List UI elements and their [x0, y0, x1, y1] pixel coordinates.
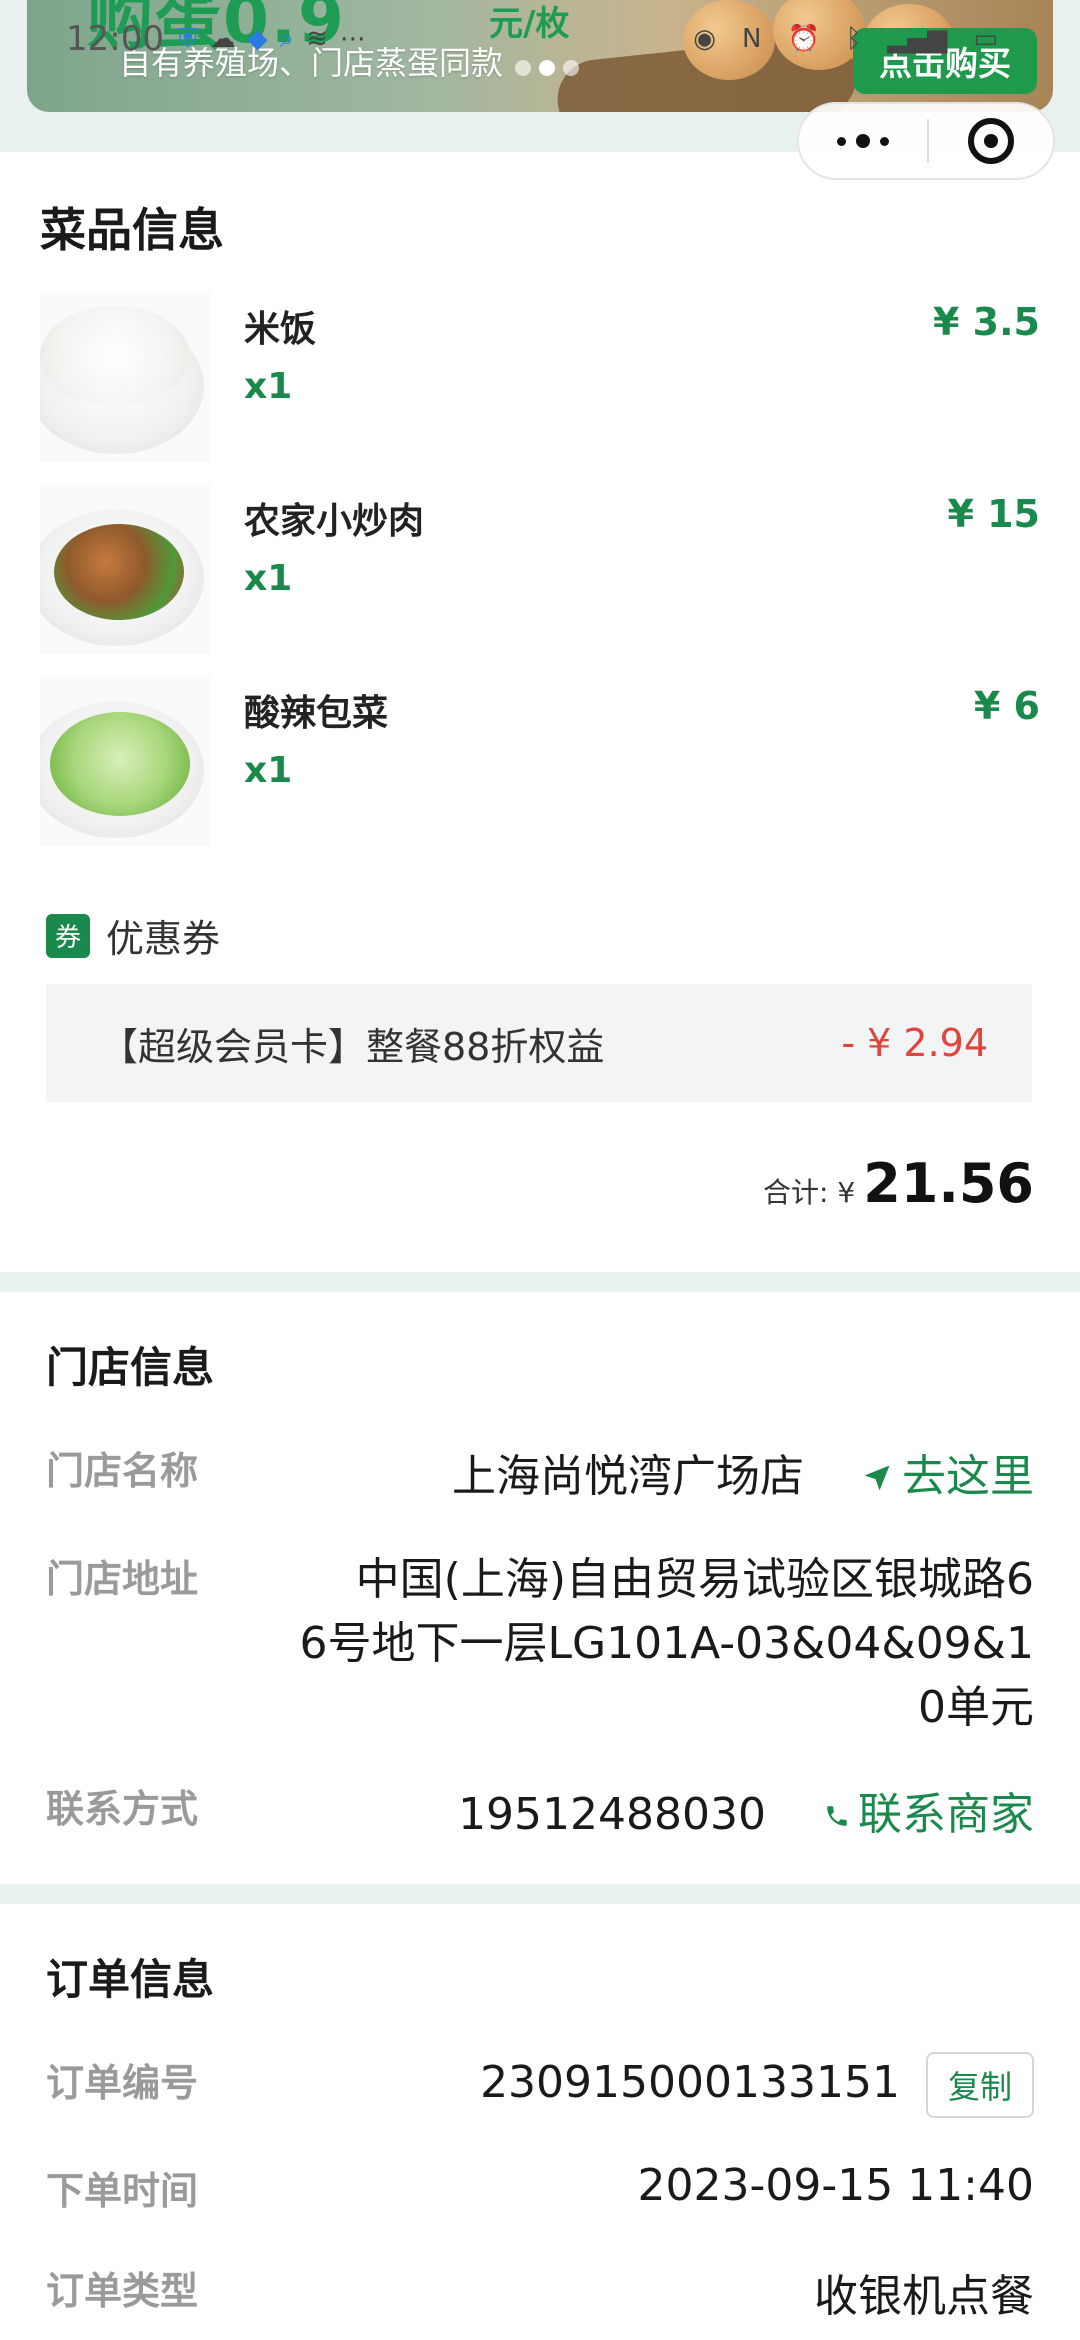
contact-merchant-label: 联系商家 — [858, 1789, 1034, 1840]
order-number-wrap: 230915000133151 复制 — [480, 2052, 1034, 2118]
coupon-header: 券 优惠券 — [46, 908, 220, 963]
order-type-row: 订单类型 收银机点餐 — [46, 2260, 1034, 2322]
dish-item[interactable]: 米饭 x1 ¥ 3.5 — [0, 292, 1080, 468]
navigate-arrow-icon — [864, 1465, 890, 1491]
signal-icon: ▂▄▆ — [887, 24, 948, 54]
dish-image-stir-fry-pork — [40, 484, 210, 654]
dish-item[interactable]: 酸辣包菜 x1 ¥ 6 — [0, 676, 1080, 852]
wifi-icon: ≋ — [306, 24, 328, 54]
store-address-label: 门店地址 — [46, 1557, 199, 1601]
store-card: 门店信息 门店名称 上海尚悦湾广场店 去这里 门店地址 中国(上海)自由贸易试验… — [0, 1292, 1080, 1884]
dish-name: 农家小炒肉 — [244, 501, 425, 542]
app-icon: ◆ — [247, 24, 268, 54]
dish-item[interactable]: 农家小炒肉 x1 ¥ 15 — [0, 484, 1080, 660]
alarm-icon: ⏰ — [787, 24, 820, 54]
store-section-title: 门店信息 — [46, 1343, 215, 1392]
dish-quantity: x1 — [244, 750, 293, 791]
order-time-value: 2023-09-15 11:40 — [637, 2160, 1035, 2211]
order-time-row: 下单时间 2023-09-15 11:40 — [46, 2160, 1034, 2220]
dish-quantity: x1 — [244, 366, 293, 407]
status-time: 12:00 — [66, 19, 164, 59]
coupon-icon: 券 — [46, 913, 90, 958]
store-name-label: 门店名称 — [46, 1449, 199, 1493]
order-total: 合计: ¥ 21.56 — [763, 1152, 1034, 1215]
eye-icon: ◉ — [693, 24, 716, 54]
navigate-link[interactable]: 去这里 — [862, 1451, 1034, 1502]
store-phone-number: 19512488030 — [458, 1789, 766, 1840]
order-number-value: 230915000133151 — [480, 2057, 900, 2108]
phone-icon — [827, 1806, 847, 1826]
address-line: 6号地下一层LG101A-03&04&09&1 — [299, 1618, 1035, 1669]
order-card: 订单信息 订单编号 230915000133151 复制 下单时间 2023-09… — [0, 1904, 1080, 2340]
close-icon[interactable] — [929, 104, 1053, 178]
more-icon[interactable] — [799, 104, 927, 178]
dish-price: ¥ 6 — [973, 684, 1040, 728]
total-label: 合计: ¥ — [763, 1176, 856, 1209]
navigate-label: 去这里 — [902, 1451, 1034, 1502]
coupon-amount: - ¥ 2.94 — [841, 1021, 988, 1065]
address-line: 中国(上海)自由贸易试验区银城路6 — [355, 1554, 1034, 1605]
coupon-row[interactable]: 【超级会员卡】整餐88折权益 - ¥ 2.94 — [46, 984, 1032, 1102]
order-section-title: 订单信息 — [46, 1955, 215, 2004]
dish-price: ¥ 15 — [947, 492, 1040, 536]
miniprogram-capsule — [797, 102, 1055, 180]
dishes-section-title: 菜品信息 — [40, 203, 224, 257]
order-number-row: 订单编号 230915000133151 复制 — [46, 2052, 1034, 2122]
store-contact-value-wrap: 19512488030 联系商家 — [458, 1778, 1034, 1842]
total-value: 21.56 — [863, 1152, 1034, 1215]
battery-icon: ▭ — [973, 24, 998, 54]
dish-image-cabbage — [40, 676, 210, 846]
order-time-label: 下单时间 — [46, 2169, 199, 2213]
nfc-icon: N — [741, 24, 762, 54]
order-type-value: 收银机点餐 — [814, 2271, 1034, 2322]
contact-merchant-link[interactable]: 联系商家 — [824, 1789, 1034, 1840]
search-app-icon: ⌕ — [279, 23, 295, 54]
dish-image-rice — [40, 292, 210, 462]
bluetooth-icon: ᛒ — [845, 24, 862, 54]
store-address-value: 中国(上海)自由贸易试验区银城路6 6号地下一层LG101A-03&04&09&… — [300, 1548, 1035, 1740]
store-name-value: 上海尚悦湾广场店 — [452, 1451, 804, 1502]
dish-name: 米饭 — [244, 309, 317, 350]
dish-quantity: x1 — [244, 558, 293, 599]
store-name-value-wrap: 上海尚悦湾广场店 去这里 — [452, 1440, 1034, 1504]
dishes-card: 菜品信息 米饭 x1 ¥ 3.5 农家小炒肉 x1 ¥ 15 酸辣包菜 x1 ¥… — [0, 152, 1080, 1272]
store-name-row: 门店名称 上海尚悦湾广场店 去这里 — [46, 1440, 1034, 1502]
order-type-label: 订单类型 — [46, 2269, 199, 2313]
shield-icon: ⛨ — [177, 23, 198, 54]
dish-price: ¥ 3.5 — [933, 300, 1040, 344]
order-number-label: 订单编号 — [46, 2061, 199, 2105]
cloud-icon: ☁ — [209, 24, 236, 54]
store-contact-row: 联系方式 19512488030 联系商家 — [46, 1778, 1034, 1840]
status-right-icons: ◉ N ⏰ ᛒ ▂▄▆ ▭ — [693, 24, 1010, 54]
coupon-description: 【超级会员卡】整餐88折权益 — [100, 1024, 605, 1069]
store-address-row: 门店地址 中国(上海)自由贸易试验区银城路6 6号地下一层LG101A-03&0… — [46, 1548, 1034, 1738]
copy-button[interactable]: 复制 — [925, 2052, 1034, 2118]
address-line: 0单元 — [918, 1682, 1034, 1733]
status-bar: 12:00 ⛨ ☁ ◆ ⌕ ≋ ⋯ ◉ N ⏰ ᛒ ▂▄▆ ▭ — [66, 12, 1010, 66]
dish-name: 酸辣包菜 — [244, 693, 389, 734]
coupon-label: 优惠券 — [106, 917, 221, 961]
more-status-icon: ⋯ — [339, 24, 366, 54]
store-contact-label: 联系方式 — [46, 1787, 199, 1831]
